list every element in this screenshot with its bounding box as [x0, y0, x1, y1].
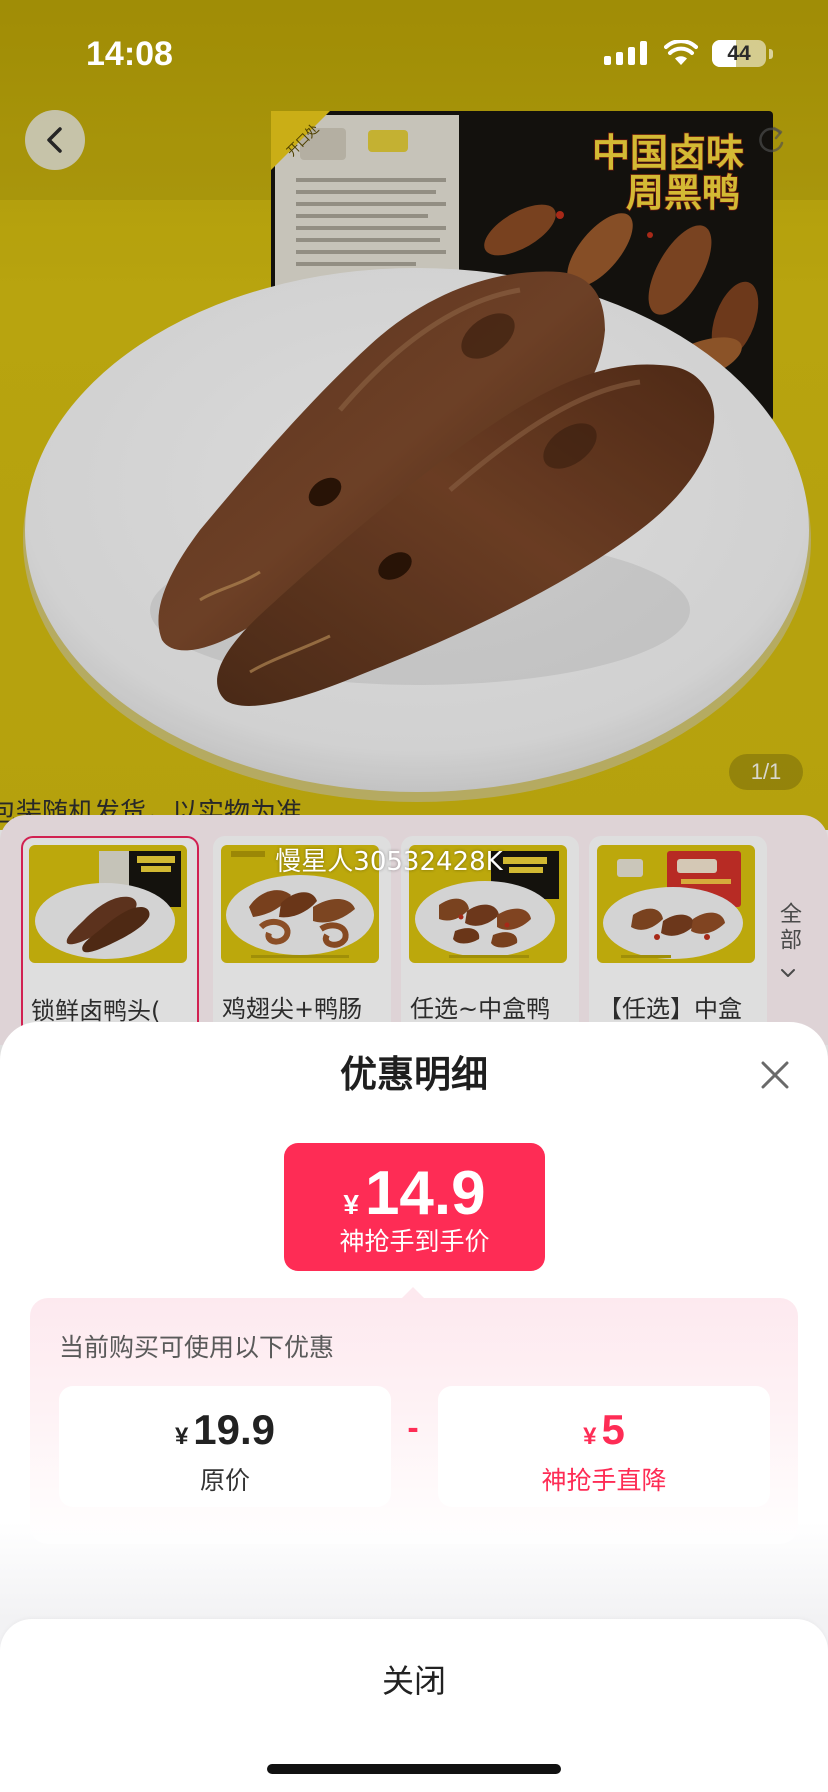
discount-amount: 5	[601, 1406, 625, 1453]
status-time: 14:08	[86, 35, 173, 73]
watermark: 慢星人30532428K	[275, 847, 503, 877]
final-price-badge: ¥ 14.9 神抢手到手价	[284, 1143, 545, 1271]
discount-breakdown: 当前购买可使用以下优惠 ¥ 19.9 原价 - ¥ 5 神抢手直降	[30, 1298, 798, 1544]
minus-operator: -	[407, 1409, 419, 1447]
battery-cap	[769, 49, 773, 59]
final-price-amount: 14.9	[364, 1159, 486, 1228]
discount-detail-sheet: 优惠明细 ¥ 14.9 神抢手到手价 当前购买可使用以下优惠 ¥ 19.9 原价…	[0, 1022, 828, 1792]
signal-icon	[604, 40, 648, 65]
close-button-label: 关闭	[381, 1662, 446, 1700]
home-indicator[interactable]	[267, 1764, 561, 1774]
discount-card: ¥ 5 神抢手直降	[438, 1386, 770, 1507]
battery-level: 44	[727, 42, 751, 65]
sheet-title: 优惠明细	[340, 1053, 488, 1096]
close-icon[interactable]	[759, 1059, 791, 1091]
original-price-card: ¥ 19.9 原价	[59, 1386, 391, 1507]
badge-pointer	[402, 1287, 424, 1298]
battery-icon: 44	[712, 40, 766, 67]
discount-caption: 神抢手直降	[541, 1466, 667, 1495]
discount-intro: 当前购买可使用以下优惠	[59, 1333, 335, 1362]
original-price-currency: ¥	[174, 1423, 189, 1450]
wifi-icon	[664, 40, 698, 65]
original-price-caption: 原价	[199, 1466, 250, 1495]
final-price-caption: 神抢手到手价	[339, 1227, 490, 1256]
final-price-currency: ¥	[343, 1189, 359, 1220]
original-price-amount: 19.9	[193, 1406, 276, 1453]
discount-currency: ¥	[583, 1423, 597, 1450]
